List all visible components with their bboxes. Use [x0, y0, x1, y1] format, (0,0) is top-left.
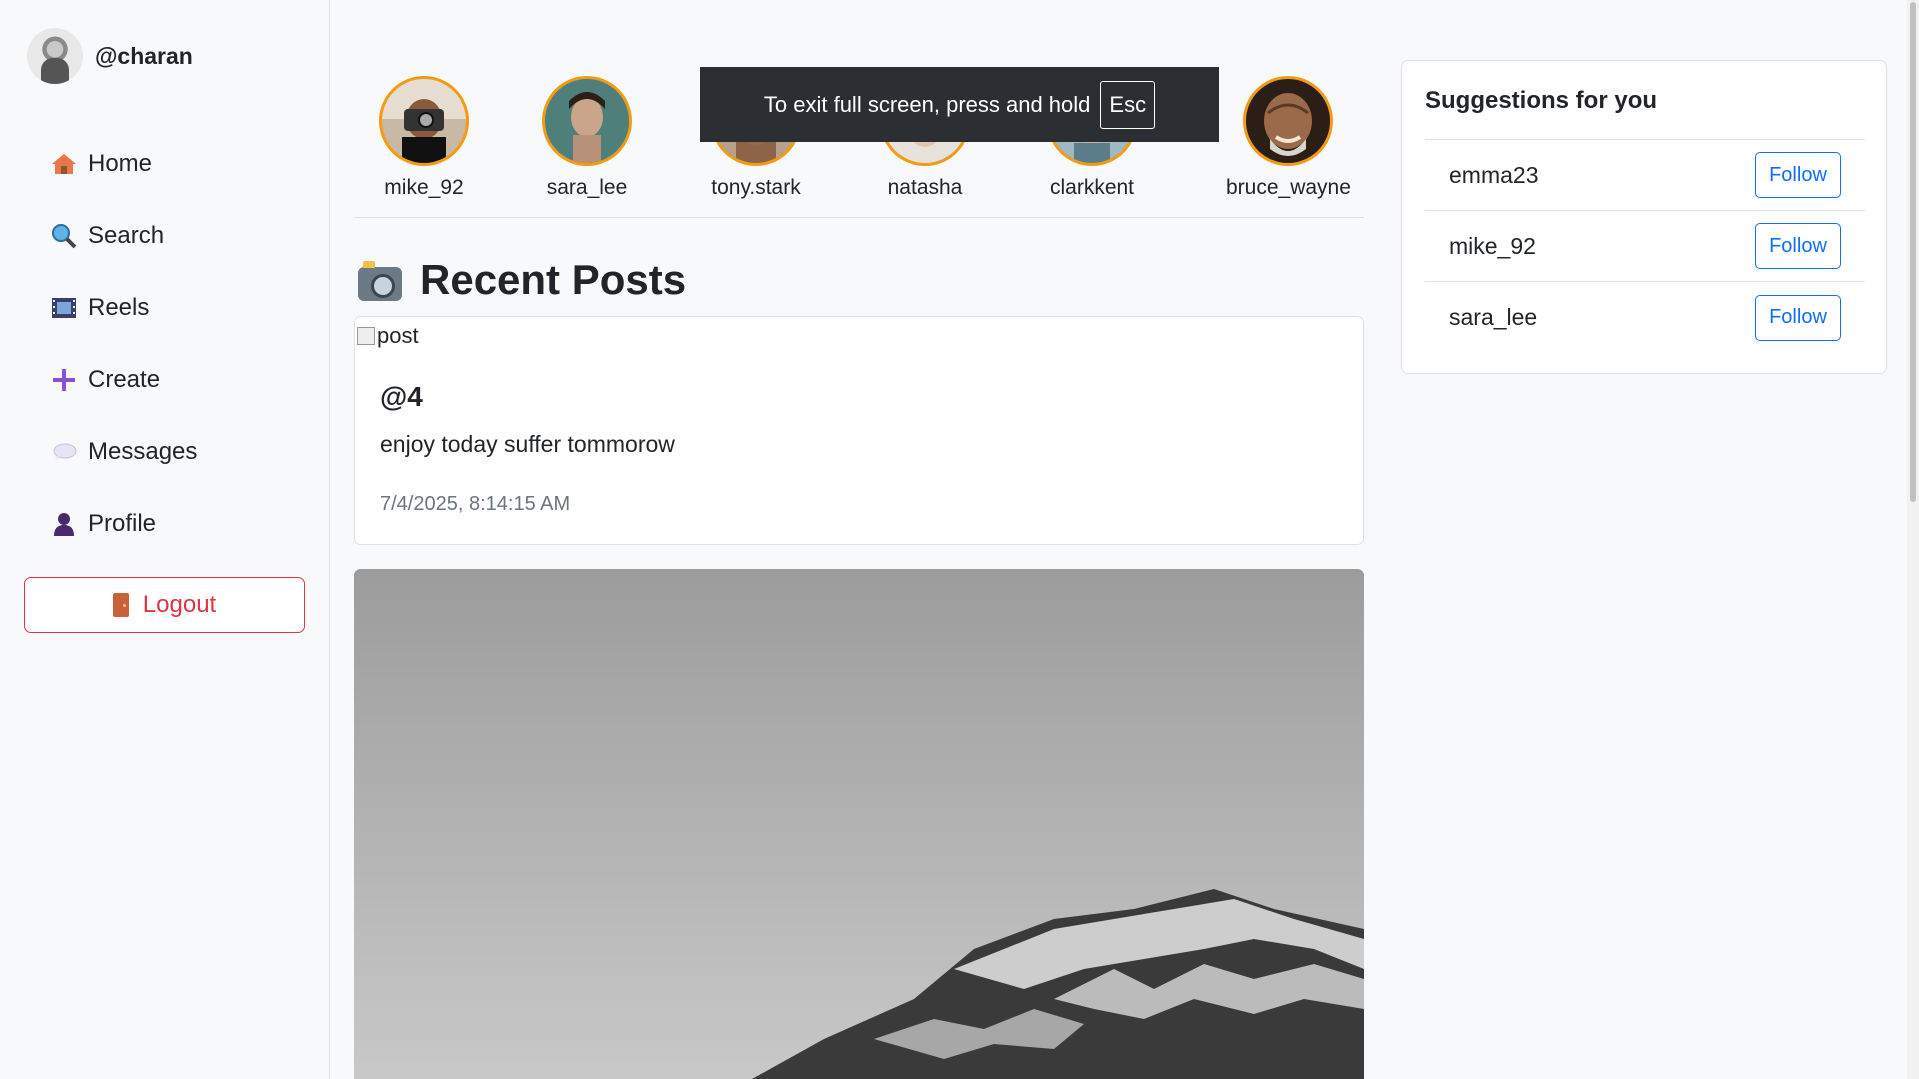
suggestions-list: emma23 Follow mike_92 Follow sara_lee Fo…: [1425, 139, 1865, 353]
sidebar-item-label: Home: [88, 150, 153, 177]
avatar[interactable]: [27, 28, 83, 84]
film-icon: [50, 294, 78, 322]
profile-username[interactable]: @charan: [95, 43, 193, 70]
story-username: tony.stark: [711, 176, 801, 199]
plus-icon: [50, 366, 78, 394]
page-scrollbar[interactable]: [1907, 0, 1919, 1079]
person-icon: [50, 510, 78, 538]
story-avatar[interactable]: [379, 76, 469, 166]
story-username: mike_92: [384, 176, 464, 199]
esc-key: Esc: [1100, 80, 1156, 129]
story-username: sara_lee: [546, 176, 628, 199]
speech-bubble-icon: [50, 438, 78, 466]
sidebar-item-label: Profile: [88, 510, 157, 537]
fullscreen-toast: To exit full screen, press and hold Esc: [700, 67, 1219, 142]
logout-button[interactable]: Logout: [24, 577, 305, 633]
door-icon: [112, 593, 129, 617]
sidebar-item-label: Messages: [88, 438, 198, 465]
home-icon: [50, 150, 78, 178]
story-item[interactable]: mike_92: [379, 76, 469, 200]
list-item: emma23 Follow: [1425, 140, 1865, 211]
scrollbar-thumb[interactable]: [1910, 2, 1916, 502]
logout-label: Logout: [142, 591, 217, 618]
list-item: sara_lee Follow: [1425, 282, 1865, 353]
story-username: natasha: [887, 176, 963, 199]
sidebar-item-label: Create: [88, 366, 161, 393]
sidebar-nav: Home Search Reels Create Messages Profil…: [50, 128, 197, 560]
page-title: Recent Posts: [358, 256, 686, 304]
camera-icon: [358, 261, 402, 301]
post-image-mountain: [354, 569, 1364, 1079]
story-avatar[interactable]: [542, 76, 632, 166]
story-item[interactable]: sara_lee: [542, 76, 632, 200]
list-item: mike_92 Follow: [1425, 211, 1865, 282]
post-author[interactable]: @4: [380, 381, 423, 413]
follow-button[interactable]: Follow: [1755, 223, 1841, 269]
suggested-username[interactable]: sara_lee: [1449, 304, 1537, 331]
sidebar-item-messages[interactable]: Messages: [50, 416, 197, 488]
suggested-username[interactable]: emma23: [1449, 162, 1538, 189]
mountain-image: [354, 569, 1364, 1079]
story-username: bruce_wayne: [1226, 176, 1351, 199]
search-icon: [50, 222, 78, 250]
follow-button[interactable]: Follow: [1755, 294, 1841, 341]
sidebar-item-label: Reels: [88, 294, 150, 321]
story-username: clarkkent: [1049, 176, 1135, 199]
sidebar-item-label: Search: [88, 222, 165, 249]
recent-posts-title: Recent Posts: [420, 256, 687, 303]
follow-button[interactable]: Follow: [1755, 152, 1841, 198]
story-avatar[interactable]: [1243, 76, 1334, 166]
sidebar-item-home[interactable]: Home: [50, 128, 197, 200]
suggestions-panel: Suggestions for you emma23 Follow mike_9…: [1401, 60, 1887, 374]
sidebar-item-profile[interactable]: Profile: [50, 488, 197, 560]
post-timestamp: 7/4/2025, 8:14:15 AM: [380, 493, 571, 515]
post-image: post: [357, 323, 419, 349]
story-item[interactable]: bruce_wayne: [1226, 76, 1351, 200]
sidebar-item-reels[interactable]: Reels: [50, 272, 197, 344]
profile-header[interactable]: @charan: [27, 28, 193, 84]
fullscreen-toast-text: To exit full screen, press and hold: [763, 91, 1091, 117]
suggested-username[interactable]: mike_92: [1449, 233, 1536, 260]
post-caption: enjoy today suffer tommorow: [380, 431, 675, 457]
suggestions-title: Suggestions for you: [1425, 87, 1658, 114]
sidebar-item-create[interactable]: Create: [50, 344, 197, 416]
post-card: post @4 enjoy today suffer tommorow 7/4/…: [354, 316, 1364, 545]
sidebar: @charan Home Search Reels Create Message…: [0, 0, 330, 1079]
sidebar-item-search[interactable]: Search: [50, 200, 197, 272]
